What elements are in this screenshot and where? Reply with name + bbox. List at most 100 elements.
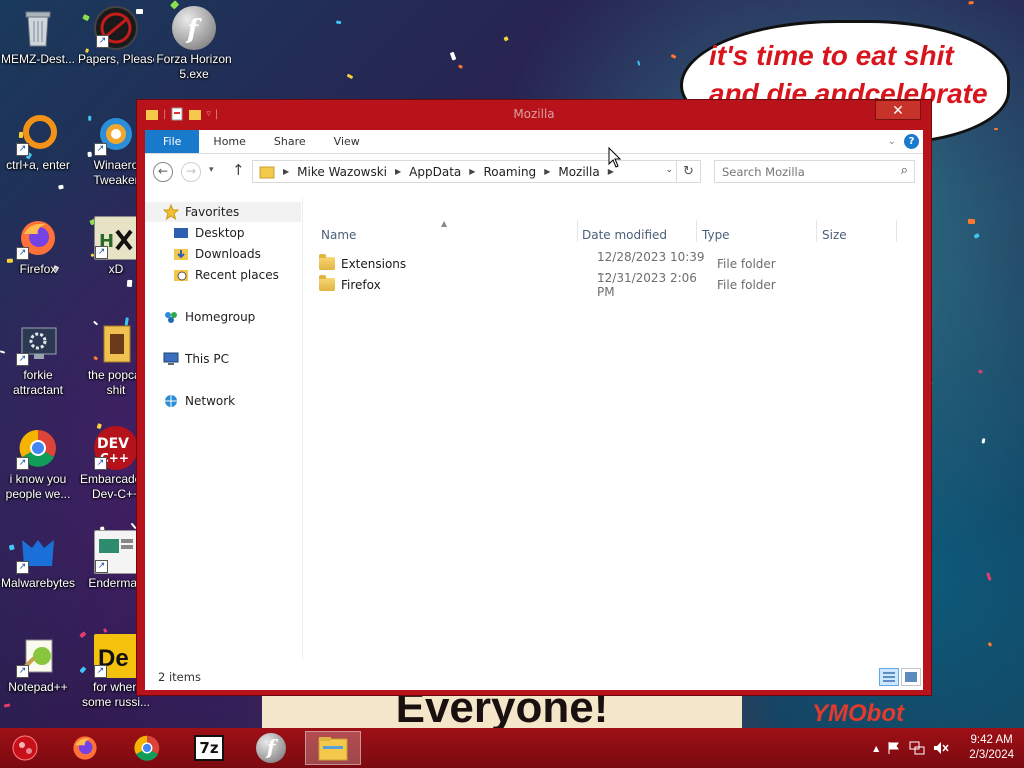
- help-button[interactable]: ?: [904, 134, 919, 149]
- large-icons-view-button[interactable]: [901, 668, 921, 686]
- folder-icon: [319, 275, 335, 291]
- address-dropdown-icon[interactable]: ⌄: [665, 165, 673, 175]
- desktop-icon-notepadpp[interactable]: ↗ Notepad++: [0, 634, 76, 695]
- taskbar-file-explorer[interactable]: [305, 731, 361, 765]
- file-name: Extensions: [341, 256, 407, 271]
- confetti-piece: [102, 628, 108, 634]
- confetti-piece: [670, 54, 677, 60]
- item-count: 2 items: [158, 670, 201, 684]
- downloads-icon: [174, 249, 188, 260]
- nav-label: Homegroup: [185, 310, 256, 324]
- firefox-icon: [73, 736, 97, 760]
- search-box[interactable]: ⌕: [714, 160, 915, 183]
- confetti-piece: [973, 232, 981, 239]
- column-divider[interactable]: [577, 220, 578, 242]
- desktop-icon-memz[interactable]: MEMZ-Dest...: [0, 6, 76, 67]
- taskbar-flash[interactable]: f: [243, 731, 299, 765]
- confetti-piece: [57, 184, 64, 190]
- nav-this-pc[interactable]: This PC: [163, 349, 229, 369]
- search-icon[interactable]: ⌕: [901, 163, 908, 178]
- confetti-piece: [336, 20, 342, 25]
- taskbar-clock[interactable]: 9:42 AM 2/3/2024: [969, 733, 1014, 763]
- orange-ring-icon: ↗: [16, 112, 60, 156]
- explorer-window[interactable]: | ▿ | Mozilla ✕ File Home Share View ⌄ ?…: [136, 99, 932, 696]
- computer-icon: [163, 352, 179, 365]
- back-button[interactable]: ←: [153, 162, 173, 182]
- tab-file[interactable]: File: [145, 130, 200, 153]
- column-header-type[interactable]: Type: [702, 228, 730, 242]
- search-input[interactable]: [715, 161, 885, 182]
- nav-downloads[interactable]: Downloads: [173, 244, 261, 264]
- column-divider[interactable]: [896, 220, 897, 242]
- desktop-icon-papers-please[interactable]: ↗ Papers, Please: [78, 6, 154, 67]
- ribbon-expand-icon[interactable]: ⌄: [888, 136, 896, 147]
- nav-network[interactable]: Network: [163, 391, 235, 411]
- desktop-icon-firefox[interactable]: ↗ Firefox: [0, 216, 76, 277]
- column-header-date-modified[interactable]: Date modified: [582, 228, 667, 242]
- desktop-icon-ctrl-a[interactable]: ↗ ctrl+a, enter: [0, 112, 76, 173]
- desktop-icon-label: forkie attractant: [12, 368, 64, 397]
- desktop-icon-malwarebytes[interactable]: ↗ Malwarebytes: [0, 530, 76, 591]
- tab-share[interactable]: Share: [260, 130, 320, 153]
- navigation-pane: Favorites Desktop Downloads Recent place…: [145, 198, 303, 660]
- status-bar: 2 items: [145, 662, 923, 690]
- shortcut-arrow-icon: ↗: [16, 665, 29, 678]
- confetti-piece: [968, 218, 976, 224]
- nav-label: Desktop: [195, 226, 245, 240]
- breadcrumb-mike-wazowski[interactable]: Mike Wazowski: [289, 165, 395, 179]
- breadcrumb-roaming[interactable]: Roaming: [475, 165, 544, 179]
- recycle-bin-icon: [16, 6, 60, 50]
- svg-text:f: f: [185, 15, 202, 45]
- svg-text:DEV: DEV: [97, 436, 129, 452]
- shortcut-arrow-icon: ↗: [16, 457, 29, 470]
- speech-line-1: it's time to eat shit: [709, 40, 954, 71]
- refresh-icon[interactable]: ↻: [676, 161, 700, 182]
- taskbar-chrome[interactable]: [119, 731, 175, 765]
- tab-home[interactable]: Home: [199, 130, 259, 153]
- details-view-icon: [883, 672, 895, 682]
- network-icon: [165, 395, 177, 407]
- nav-recent-places[interactable]: Recent places: [173, 265, 279, 285]
- up-arrow-icon[interactable]: ↑: [232, 161, 245, 179]
- desktop-icon-label: Papers, Please: [78, 52, 154, 66]
- desktop-icon-forza[interactable]: f Forza Horizon 5.exe: [156, 6, 232, 82]
- taskbar-7zip[interactable]: 7z: [181, 731, 237, 765]
- taskbar-firefox[interactable]: [57, 731, 113, 765]
- webpage-icon: ↗: [94, 530, 138, 574]
- column-header-size[interactable]: Size: [822, 228, 847, 242]
- volume-muted-icon[interactable]: [933, 741, 949, 755]
- de-logo-icon: De ↗: [94, 634, 138, 678]
- nav-label: Recent places: [195, 268, 279, 282]
- network-icon[interactable]: [909, 741, 925, 755]
- confetti-piece: [981, 437, 986, 443]
- flag-icon[interactable]: [887, 741, 901, 755]
- title-bar[interactable]: | ▿ | Mozilla ✕: [137, 100, 931, 130]
- star-icon: [163, 204, 179, 220]
- flash-icon: f: [172, 6, 216, 50]
- confetti-piece: [127, 279, 133, 288]
- show-hidden-icons-icon[interactable]: ▲: [873, 744, 879, 753]
- nav-favorites[interactable]: Favorites: [145, 202, 301, 222]
- breadcrumb-mozilla[interactable]: Mozilla: [550, 165, 607, 179]
- column-header-name[interactable]: Name: [321, 228, 356, 242]
- window-title: Mozilla: [513, 107, 555, 121]
- column-divider[interactable]: [696, 220, 697, 242]
- tab-view[interactable]: View: [320, 130, 374, 153]
- address-bar[interactable]: ▶ Mike Wazowski ▶ AppData ▶ Roaming ▶ Mo…: [252, 160, 701, 183]
- folder-icon: [319, 254, 335, 270]
- close-button[interactable]: ✕: [875, 100, 921, 120]
- file-row-firefox[interactable]: Firefox 12/31/2023 2:06 PM File folder: [319, 271, 915, 299]
- details-view-button[interactable]: [879, 668, 899, 686]
- recent-locations-icon[interactable]: ▾: [209, 165, 214, 175]
- forward-button[interactable]: →: [181, 162, 201, 182]
- desktop-icon-label: MEMZ-Dest...: [1, 52, 75, 66]
- desktop-icon-chrome[interactable]: ↗ i know you people we...: [0, 426, 76, 502]
- column-divider[interactable]: [816, 220, 817, 242]
- nav-desktop[interactable]: Desktop: [173, 223, 245, 243]
- desktop-icon-forkie[interactable]: ↗ forkie attractant: [0, 322, 76, 398]
- breadcrumb-appdata[interactable]: AppData: [401, 165, 469, 179]
- winaero-icon: ↗: [94, 112, 138, 156]
- nav-homegroup[interactable]: Homegroup: [163, 307, 255, 327]
- system-tray: ▲ 9:42 AM 2/3/2024: [873, 728, 1024, 768]
- start-button[interactable]: [0, 731, 50, 765]
